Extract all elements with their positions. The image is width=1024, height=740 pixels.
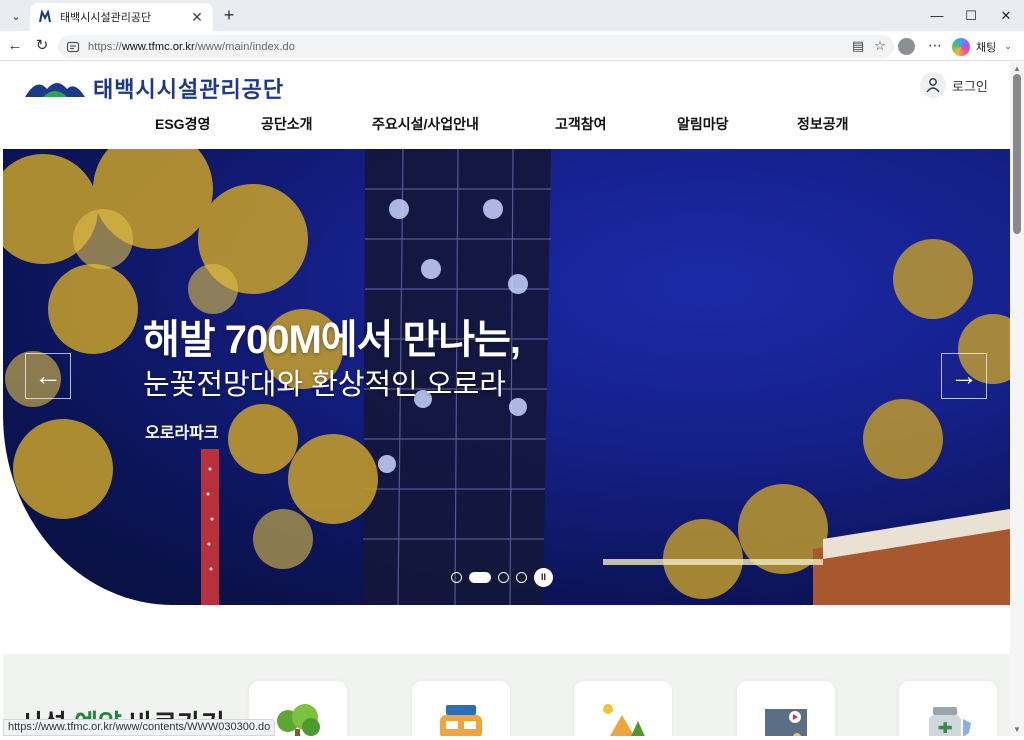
main-nav: ESG경영 공단소개 주요시설/사업안내 고객참여 알림마당 정보공개 (3, 114, 1010, 144)
page-viewport: 태백시시설관리공단 로그인 ESG경영 공단소개 주요시설/사업안내 고객참여 … (3, 62, 1010, 736)
back-icon[interactable]: ← (4, 35, 26, 57)
medicine-icon (929, 707, 971, 736)
arrow-left-icon: ← (34, 360, 62, 391)
prev-slide-button[interactable]: ← (25, 353, 71, 399)
camping-icon (603, 704, 645, 736)
login-button[interactable]: 로그인 (920, 72, 988, 98)
hero-slider: 해발 700M에서 만나는, 눈꽃전망대와 환상적인 오로라 오로라파크 ← →… (3, 149, 1010, 605)
tab-close-icon[interactable]: ✕ (189, 9, 205, 26)
reservation-card-camper[interactable] (412, 681, 510, 736)
reservation-card-media[interactable] (737, 681, 835, 736)
nav-facilities[interactable]: 주요시설/사업안내 (372, 114, 479, 134)
browser-tab[interactable]: 태백시시설관리공단 ✕ (30, 3, 213, 31)
pause-icon: II (540, 572, 546, 582)
nav-about[interactable]: 공단소개 (261, 114, 313, 134)
slide-dot-3[interactable] (498, 571, 509, 583)
login-label: 로그인 (952, 78, 988, 94)
reading-mode-icon[interactable]: ▤ (848, 35, 868, 57)
camper-icon (440, 705, 482, 736)
scrollbar-thumb[interactable] (1013, 74, 1021, 234)
hero-place-link[interactable]: 오로라파크 (145, 419, 219, 443)
new-tab-icon[interactable]: + (218, 4, 240, 26)
slide-dot-2-active[interactable] (469, 571, 491, 583)
hero-subline: 눈꽃전망대와 환상적인 오로라 (143, 369, 506, 401)
maximize-icon[interactable]: ☐ (954, 0, 988, 31)
reservation-card-health[interactable] (899, 681, 997, 736)
next-slide-button[interactable]: → (941, 353, 987, 399)
scroll-down-icon[interactable]: ▼ (1013, 725, 1021, 734)
slide-pagination: II (451, 567, 553, 587)
minimize-icon[interactable]: — (920, 0, 954, 31)
status-bar-url: https://www.tfmc.or.kr/www/contents/WWW0… (3, 719, 276, 736)
slide-dot-1[interactable] (451, 571, 462, 583)
reservation-card-camping[interactable] (574, 681, 672, 736)
slide-dot-4[interactable] (516, 571, 527, 583)
logo-mountain-icon (25, 83, 85, 97)
nav-esg[interactable]: ESG경영 (155, 114, 210, 134)
tab-list-chevron-icon[interactable]: ⌄ (6, 6, 26, 26)
site-logo[interactable]: 태백시시설관리공단 (25, 72, 284, 104)
nav-customer[interactable]: 고객참여 (555, 114, 607, 134)
address-bar[interactable]: https://www.tfmc.or.kr/www/main/index.do (58, 35, 894, 58)
browser-toolbar: ← ↻ https://www.tfmc.or.kr/www/main/inde… (0, 31, 1024, 61)
profile-avatar[interactable] (898, 38, 915, 55)
arrow-right-icon: → (950, 360, 978, 391)
site-favicon-icon (39, 10, 51, 23)
page-scrollbar[interactable]: ▲ ▼ (1010, 62, 1024, 736)
user-icon (920, 72, 946, 98)
site-info-icon[interactable] (66, 40, 80, 54)
tree-icon (277, 704, 320, 736)
nav-disclosure[interactable]: 정보공개 (797, 114, 849, 134)
tab-title: 태백시시설관리공단 (60, 12, 152, 24)
pause-button[interactable]: II (534, 567, 553, 587)
chevron-down-icon: ⌄ (1004, 41, 1012, 51)
browser-tabbar: ⌄ 태백시시설관리공단 ✕ + — ☐ ✕ (0, 0, 1024, 31)
more-menu-icon[interactable]: ⋯ (926, 35, 944, 57)
copilot-button[interactable]: 채팅 ⌄ (952, 37, 1012, 56)
favorite-star-icon[interactable]: ☆ (870, 35, 890, 57)
scroll-up-icon[interactable]: ▲ (1013, 64, 1021, 73)
copilot-icon (952, 37, 970, 56)
nav-notice[interactable]: 알림마당 (677, 114, 729, 134)
hero-headline: 해발 700M에서 만나는, (143, 318, 521, 362)
site-name: 태백시시설관리공단 (93, 78, 285, 103)
copilot-label: 채팅 (976, 41, 997, 54)
close-window-icon[interactable]: ✕ (989, 0, 1023, 31)
url-text: https://www.tfmc.or.kr/www/main/index.do (88, 40, 295, 53)
video-icon (765, 709, 807, 736)
reload-icon[interactable]: ↻ (31, 35, 53, 57)
